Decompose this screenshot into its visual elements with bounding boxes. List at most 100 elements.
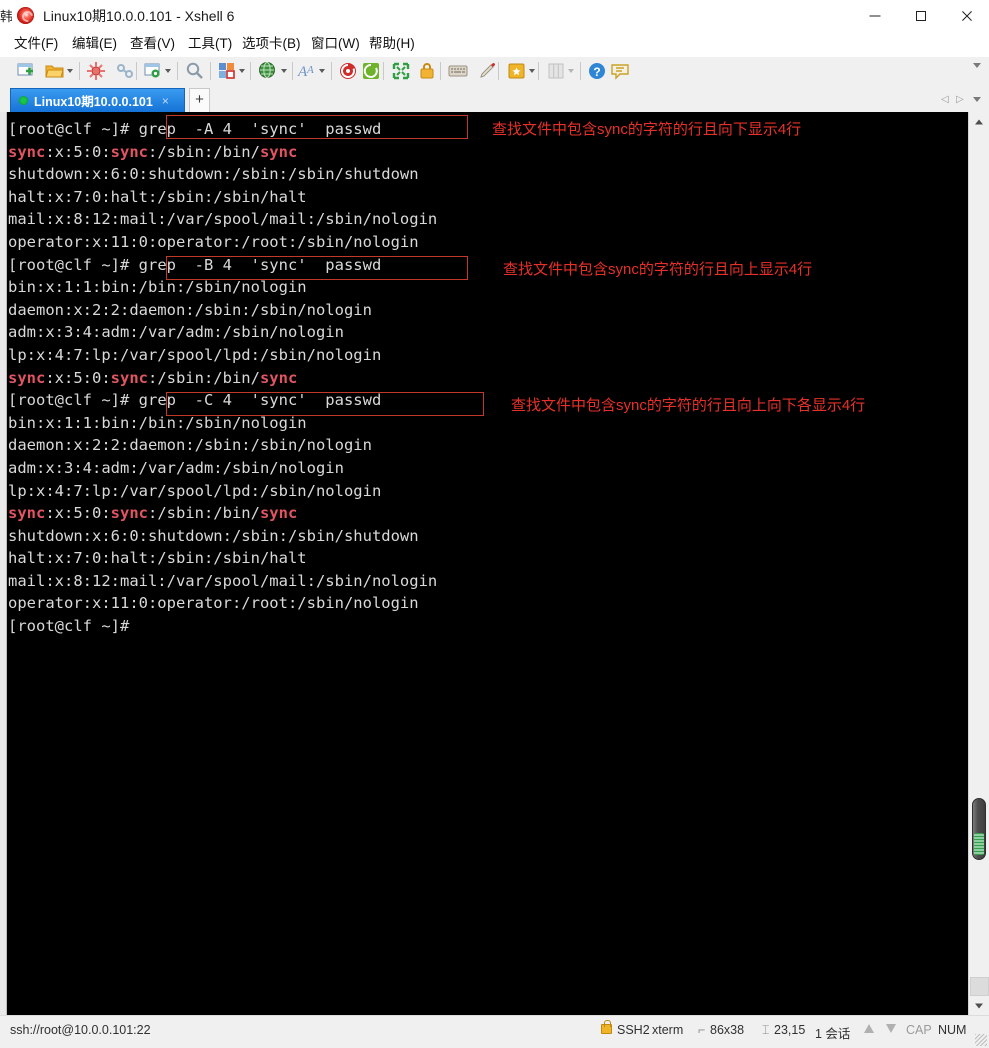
globe-encoding-icon[interactable] — [257, 60, 279, 82]
terminal-scrollbar[interactable] — [968, 112, 989, 1015]
xshell-window: 韩 Linux10期10.0.0.101 - Xshell 6 文件(F) 编辑(… — [0, 0, 989, 1048]
terminal-text: operator:x:11:0:operator:/root:/sbin/nol… — [8, 232, 419, 251]
reconnect-icon[interactable] — [114, 60, 136, 82]
scroll-up-arrow-icon[interactable] — [969, 112, 989, 131]
layout-caret[interactable] — [239, 69, 245, 73]
compose-bar-caret[interactable] — [529, 69, 535, 73]
maximize-button[interactable] — [898, 0, 944, 31]
terminal-line: mail:x:8:12:mail:/var/spool/mail:/sbin/n… — [8, 208, 965, 231]
terminal-line: [root@clf ~]# grep -B 4 'sync' passwd — [8, 254, 965, 277]
terminal-line: lp:x:4:7:lp:/var/spool/lpd:/sbin/nologin — [8, 344, 965, 367]
lock-icon — [601, 1020, 612, 1034]
menu-item-6[interactable]: 窗口(W) — [306, 33, 365, 55]
quick-command-caret[interactable] — [568, 69, 574, 73]
terminal-left-rail — [0, 112, 7, 1015]
tab-session-linux10[interactable]: Linux10期10.0.0.101 × — [10, 88, 185, 112]
disconnect-icon[interactable] — [85, 60, 107, 82]
terminal-text: shutdown:x:6:0:shutdown:/sbin:/sbin/shut… — [8, 526, 419, 545]
title-bar: 韩 Linux10期10.0.0.101 - Xshell 6 — [0, 0, 989, 31]
toolbar-separator — [210, 62, 211, 80]
terminal-line: sync:x:5:0:sync:/sbin:/bin/sync — [8, 502, 965, 525]
terminal-line: halt:x:7:0:halt:/sbin:/sbin/halt — [8, 547, 965, 570]
status-terminal-type: xterm — [652, 1023, 684, 1037]
terminal-text: sync — [110, 504, 148, 523]
terminal-text: sync — [259, 368, 298, 387]
toolbar-separator — [79, 62, 80, 80]
resize-grip-icon[interactable] — [975, 1034, 987, 1046]
terminal-text: bin:x:1:1:bin:/bin:/sbin/nologin — [8, 278, 307, 297]
toolbar-separator — [292, 62, 293, 80]
terminal-text: bin:x:1:1:bin:/bin:/sbin/nologin — [8, 413, 307, 432]
xftp-icon[interactable] — [337, 60, 359, 82]
menu-item-1[interactable]: 文件(F) — [9, 33, 63, 55]
session-properties-caret[interactable] — [165, 69, 171, 73]
scroll-thumb[interactable] — [972, 798, 986, 860]
maximize-icon — [916, 10, 926, 21]
terminal-text: halt:x:7:0:halt:/sbin:/sbin/halt — [8, 187, 307, 206]
terminal-area: [root@clf ~]# grep -A 4 'sync' passwd syn… — [0, 112, 989, 1015]
download-arrow-icon — [886, 1024, 896, 1033]
toolbar-overflow-caret-icon[interactable] — [973, 63, 981, 68]
terminal-text: :x:5:0: — [45, 142, 111, 161]
terminal-text: :/sbin:/bin/ — [147, 368, 260, 387]
window-title: Linux10期10.0.0.101 - Xshell 6 — [43, 8, 235, 24]
terminal-text: lp:x:4:7:lp:/var/spool/lpd:/sbin/nologin — [8, 481, 382, 500]
lock-session-icon[interactable] — [416, 60, 438, 82]
tab-scroll-next-icon[interactable]: ▷ — [956, 94, 964, 105]
font-size-icon[interactable]: AA — [296, 60, 318, 82]
svg-text:?: ? — [593, 65, 600, 79]
tab-scroll-prev-icon[interactable]: ◁ — [941, 94, 949, 105]
globe-encoding-caret[interactable] — [281, 69, 287, 73]
tab-close-icon[interactable]: × — [162, 95, 169, 107]
tab-label: Linux10期10.0.0.101 — [34, 95, 153, 109]
open-folder-dropdown-caret[interactable] — [67, 69, 73, 73]
cursor-icon: ⌶ — [762, 1023, 770, 1037]
tab-strip: Linux10期10.0.0.101 × + ◁ ▷ — [0, 86, 989, 114]
compose-bar-icon[interactable] — [506, 60, 528, 82]
new-tab-button[interactable]: + — [189, 88, 210, 112]
toolbar-separator — [538, 62, 539, 80]
close-icon — [961, 9, 974, 22]
scroll-down-arrow-icon[interactable] — [969, 996, 989, 1015]
terminal-text: sync — [259, 142, 298, 161]
terminal-line: operator:x:11:0:operator:/root:/sbin/nol… — [8, 592, 965, 615]
find-icon[interactable] — [184, 60, 206, 82]
menu-item-7[interactable]: 帮助(H) — [364, 33, 420, 55]
terminal-line: adm:x:3:4:adm:/var/adm:/sbin/nologin — [8, 457, 965, 480]
svg-text:A: A — [306, 64, 314, 76]
toolbar-separator — [498, 62, 499, 80]
terminal-text: [root@clf ~]# — [8, 391, 139, 410]
menu-item-4[interactable]: 工具(T) — [183, 33, 237, 55]
terminal-line: halt:x:7:0:halt:/sbin:/sbin/halt — [8, 186, 965, 209]
terminal-output[interactable]: [root@clf ~]# grep -A 4 'sync' passwd syn… — [8, 112, 965, 1015]
left-edge-glyph: 韩 — [0, 9, 12, 24]
tab-list-caret-icon[interactable] — [973, 97, 981, 102]
layout-icon[interactable] — [216, 60, 238, 82]
upload-arrow-icon — [864, 1024, 874, 1033]
menu-item-5[interactable]: 选项卡(B) — [237, 33, 306, 55]
terminal-text: mail:x:8:12:mail:/var/spool/mail:/sbin/n… — [8, 210, 438, 229]
feedback-icon[interactable] — [609, 60, 631, 82]
toolbar-separator — [383, 62, 384, 80]
terminal-text: grep -C 4 'sync' passwd — [138, 391, 382, 410]
menu-item-2[interactable]: 编辑(E) — [67, 33, 122, 55]
terminal-text: :x:5:0: — [45, 504, 111, 523]
terminal-text: [root@clf ~]# — [8, 120, 139, 138]
menu-item-3[interactable]: 查看(V) — [125, 33, 180, 55]
new-session-icon[interactable] — [15, 60, 37, 82]
terminal-text: [root@clf ~]# — [8, 255, 139, 274]
fullscreen-icon[interactable] — [390, 60, 412, 82]
session-properties-icon[interactable] — [142, 60, 164, 82]
highlight-pen-icon[interactable] — [476, 60, 498, 82]
xlpd-icon[interactable] — [360, 60, 382, 82]
help-icon[interactable]: ? — [586, 60, 608, 82]
open-folder-icon[interactable] — [44, 60, 66, 82]
keyboard-icon[interactable] — [447, 60, 469, 82]
terminal-text: adm:x:3:4:adm:/var/adm:/sbin/nologin — [8, 458, 344, 477]
quick-command-icon[interactable] — [545, 60, 567, 82]
toolbar-separator — [331, 62, 332, 80]
close-button[interactable] — [944, 0, 989, 31]
font-size-caret[interactable] — [319, 69, 325, 73]
terminal-text: :/sbin:/bin/ — [147, 142, 260, 161]
minimize-button[interactable] — [852, 0, 898, 31]
